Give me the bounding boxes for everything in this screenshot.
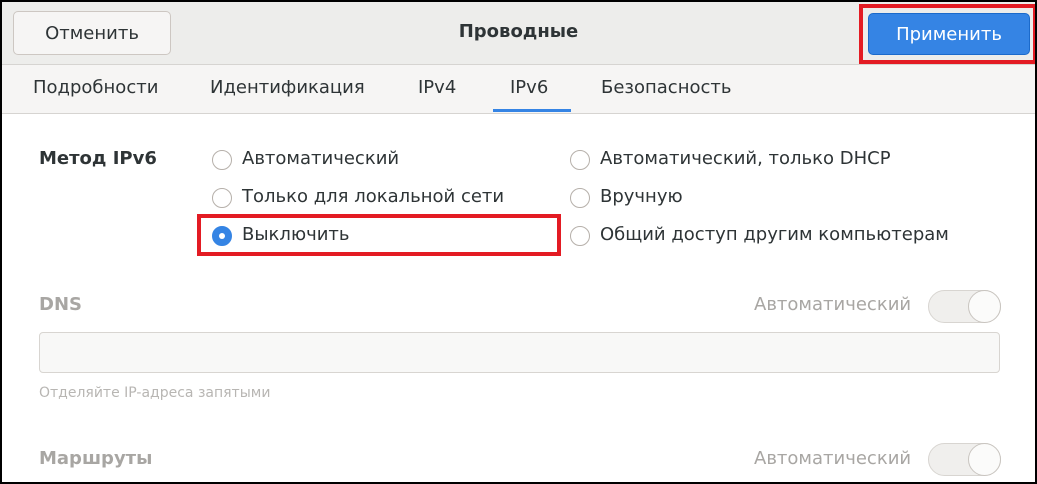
dns-automatic-label: Автоматический	[754, 294, 912, 315]
radio-label[interactable]: Общий доступ другим компьютерам	[600, 224, 949, 245]
radio-label[interactable]: Только для локальной сети	[242, 186, 504, 207]
radio-label[interactable]: Автоматический	[242, 148, 399, 169]
radio-button[interactable]	[212, 150, 232, 170]
tab-bar: Подробности Идентификация IPv4 IPv6 Безо…	[2, 65, 1035, 114]
radio-button[interactable]	[570, 188, 590, 208]
tab-details[interactable]: Подробности	[33, 77, 158, 98]
radio-button[interactable]	[212, 188, 232, 208]
ipv6-method-label: Метод IPv6	[39, 148, 157, 169]
radio-button[interactable]	[570, 150, 590, 170]
switch-knob	[968, 443, 1001, 476]
routes-automatic-switch[interactable]	[928, 443, 1001, 476]
dns-input[interactable]	[39, 332, 1000, 373]
disable-highlight-box	[197, 214, 561, 256]
tab-ipv6[interactable]: IPv6	[510, 77, 548, 98]
radio-label[interactable]: Автоматический, только DHCP	[600, 148, 891, 169]
dns-automatic-switch[interactable]	[928, 290, 1001, 323]
tab-security[interactable]: Безопасность	[601, 77, 731, 98]
tab-identity[interactable]: Идентификация	[210, 77, 365, 98]
active-tab-indicator	[493, 109, 571, 112]
routes-label: Маршруты	[39, 448, 153, 469]
radio-label[interactable]: Вручную	[600, 186, 683, 207]
apply-highlight-box	[859, 4, 1035, 64]
radio-button[interactable]	[570, 226, 590, 246]
routes-automatic-label: Автоматический	[754, 448, 912, 469]
tab-ipv4[interactable]: IPv4	[418, 77, 456, 98]
header-bar: Отменить Проводные Применить	[2, 2, 1035, 65]
dns-hint: Отделяйте IP-адреса запятыми	[39, 385, 271, 401]
network-settings-dialog: Отменить Проводные Применить Подробности…	[0, 0, 1037, 484]
switch-knob	[968, 290, 1001, 323]
dns-label: DNS	[39, 294, 82, 315]
